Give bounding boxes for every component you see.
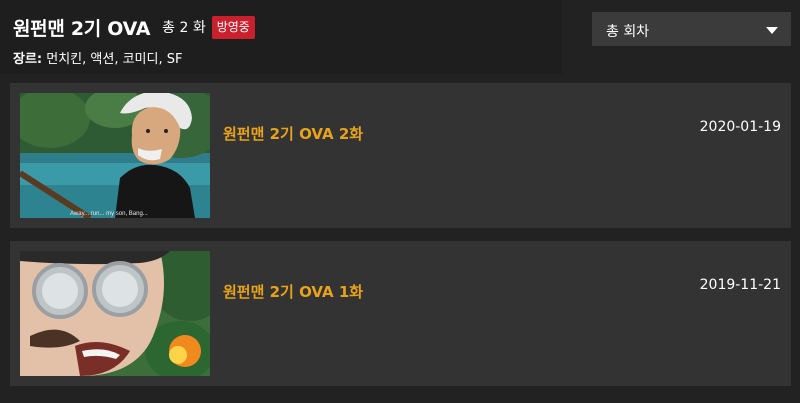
episode-item-1[interactable]: 원펀맨 2기 OVA 1화 2019-11-21 — [10, 241, 791, 386]
title-row: 원펀맨 2기 OVA 총 2 화 방영중 — [13, 12, 255, 42]
episode-count: 총 2 화 — [162, 20, 206, 36]
sort-selected-value: 총 회차 — [606, 24, 650, 40]
chevron-down-icon — [766, 27, 778, 34]
episode-list-page: 원펀맨 2기 OVA 총 2 화 방영중 장르: 먼치킨, 액션, 코미디, S… — [0, 0, 800, 403]
thumbnail-caption: Away... run... my son, Bang... — [70, 211, 148, 217]
episode-date: 2019-11-21 — [699, 277, 781, 293]
genre-row: 장르: 먼치킨, 액션, 코미디, SF — [13, 48, 182, 67]
episode-thumbnail[interactable] — [20, 251, 210, 376]
bang-thumbnail-image: Away... run... my son, Bang... — [20, 93, 210, 218]
sort-dropdown[interactable]: 총 회차 — [592, 12, 791, 46]
episode-title[interactable]: 원펀맨 2기 OVA 2화 — [223, 123, 363, 144]
episode-thumbnail[interactable]: Away... run... my son, Bang... — [20, 93, 210, 218]
goggles-thumbnail-image — [20, 251, 210, 376]
episode-title[interactable]: 원펀맨 2기 OVA 1화 — [223, 281, 363, 302]
genre-label: 장르: — [13, 52, 43, 67]
show-header: 원펀맨 2기 OVA 총 2 화 방영중 장르: 먼치킨, 액션, 코미디, S… — [0, 0, 562, 74]
episode-date: 2020-01-19 — [699, 119, 781, 135]
show-title: 원펀맨 2기 OVA — [13, 17, 151, 40]
genre-list: 먼치킨, 액션, 코미디, SF — [46, 52, 183, 67]
episode-item-2[interactable]: Away... run... my son, Bang... 원펀맨 2기 OV… — [10, 83, 791, 228]
status-badge: 방영중 — [211, 15, 255, 39]
